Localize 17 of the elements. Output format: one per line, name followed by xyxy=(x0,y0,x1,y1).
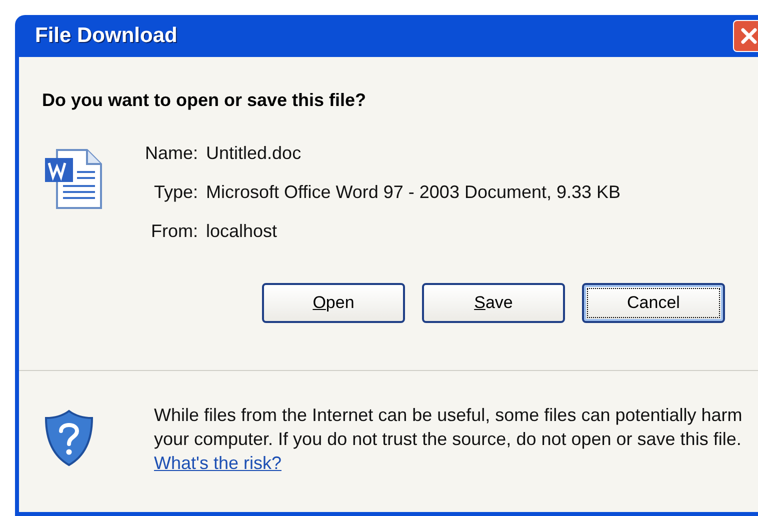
field-value: Microsoft Office Word 97 - 2003 Document, 9.33 KB xyxy=(206,181,621,204)
dialog-button[interactable]: Save xyxy=(422,283,565,323)
field-label: From: xyxy=(150,220,198,243)
field-label: Name: xyxy=(145,142,198,165)
word-document-icon xyxy=(43,148,103,210)
close-icon xyxy=(740,27,758,45)
shield-help-icon xyxy=(43,409,95,467)
risk-link[interactable]: What's the risk? xyxy=(154,453,282,473)
dialog-button[interactable]: Cancel xyxy=(582,283,725,323)
security-warning: While files from the Internet can be useful, some files can potentially harm your computer. If you do not trust the source, do not open or save this file. What's the risk? xyxy=(154,404,744,475)
field-value: Untitled.doc xyxy=(206,142,302,165)
dialog-button[interactable]: Open xyxy=(262,283,405,323)
field-label: Type: xyxy=(152,181,198,204)
close-button[interactable] xyxy=(733,20,758,52)
window-title: File Download xyxy=(35,23,178,50)
dialog-question: Do you want to open or save this file? xyxy=(42,90,366,110)
field-value: localhost xyxy=(206,220,278,243)
